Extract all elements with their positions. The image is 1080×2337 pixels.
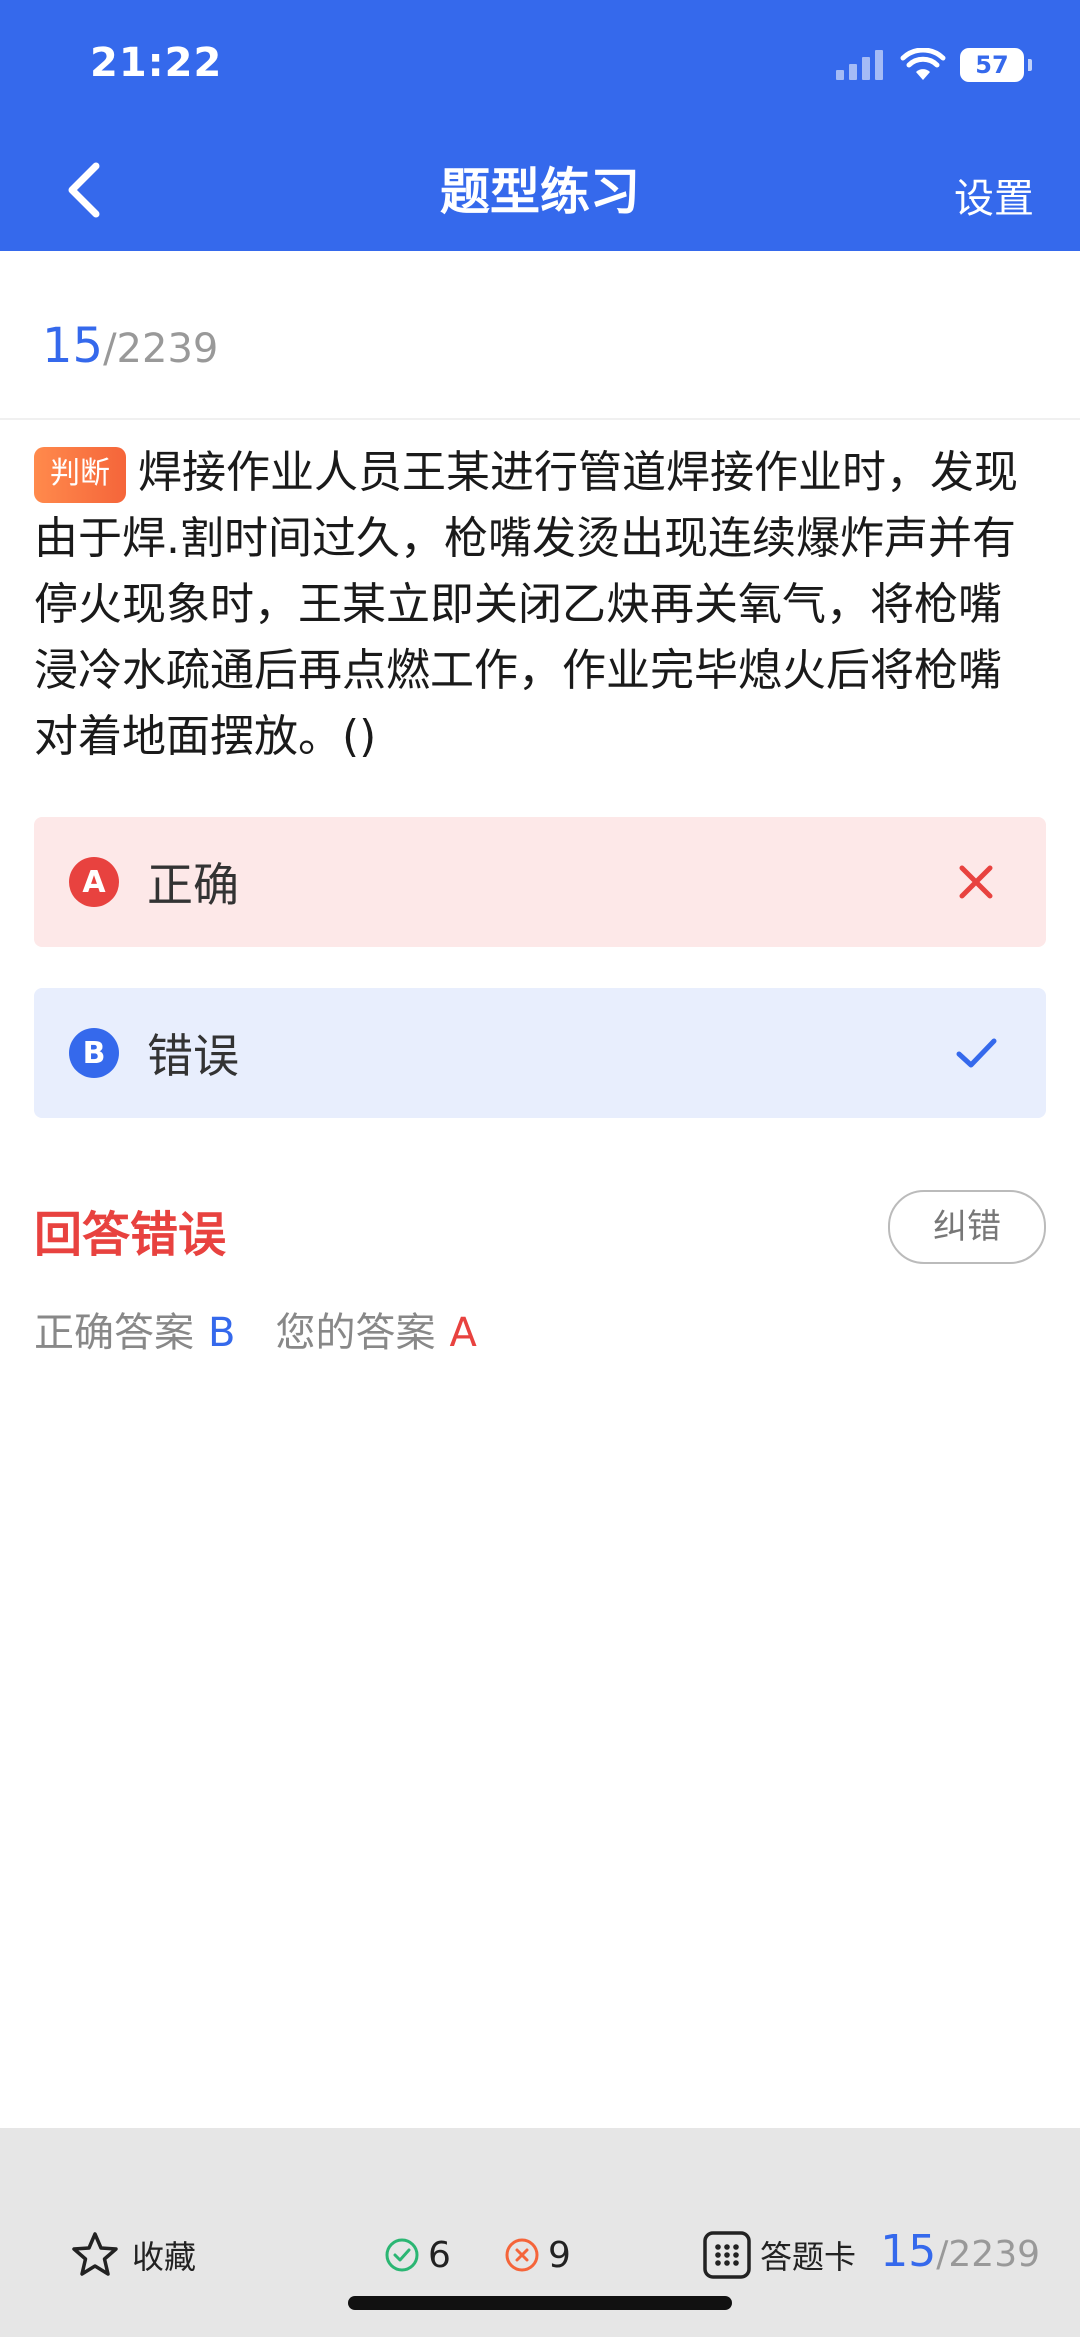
bottom-progress: 15/2239 xyxy=(880,2226,1040,2277)
status-icons: 57 xyxy=(836,48,1032,82)
favorite-button[interactable]: 收藏 xyxy=(70,2230,196,2280)
correct-answer-label: 正确答案 xyxy=(34,1310,194,1356)
wrong-count-value: 9 xyxy=(548,2234,571,2276)
report-error-button[interactable]: 纠错 xyxy=(888,1190,1046,1264)
option-b[interactable]: B 错误 xyxy=(34,988,1046,1118)
answer-summary: 正确答案 B 您的答案 A xyxy=(34,1300,477,1358)
correct-count: 6 xyxy=(384,2230,451,2280)
star-icon xyxy=(72,2232,118,2276)
app-header: 21:22 57 题型练习 设置 xyxy=(0,0,1080,251)
option-a[interactable]: A 正确 xyxy=(34,817,1046,947)
option-text: 正确 xyxy=(147,858,239,912)
your-answer-label: 您的答案 xyxy=(275,1310,436,1356)
home-indicator xyxy=(348,2296,732,2310)
correct-answer-value: B xyxy=(208,1310,236,1356)
option-letter: B xyxy=(69,1028,119,1078)
question-type-badge: 判断 xyxy=(34,447,126,503)
your-answer-value: A xyxy=(449,1310,477,1356)
bottom-progress-total: /2239 xyxy=(936,2234,1040,2275)
question-text: 焊接作业人员王某进行管道焊接作业时，发现由于焊.割时间过久，枪嘴发烫出现连续爆炸… xyxy=(34,447,1018,762)
check-circle-icon xyxy=(385,2238,419,2272)
wifi-icon xyxy=(900,48,946,80)
question-stem: 判断 焊接作业人员王某进行管道焊接作业时，发现由于焊.割时间过久，枪嘴发烫出现连续… xyxy=(34,440,1044,770)
grid-icon xyxy=(703,2231,751,2279)
option-letter: A xyxy=(69,857,119,907)
progress-current: 15 xyxy=(42,318,104,374)
answer-card-label: 答题卡 xyxy=(760,2238,857,2276)
progress-total: /2239 xyxy=(103,326,219,372)
divider xyxy=(0,418,1080,420)
bottom-progress-current: 15 xyxy=(880,2226,937,2277)
battery-nub xyxy=(1028,59,1032,71)
correct-count-value: 6 xyxy=(428,2234,451,2276)
option-text: 错误 xyxy=(147,1029,239,1083)
status-time: 21:22 xyxy=(90,40,223,86)
answer-card-button[interactable]: 答题卡 xyxy=(702,2230,856,2280)
question-progress: 15/2239 xyxy=(42,318,218,374)
battery-indicator: 57 xyxy=(960,48,1024,82)
x-circle-icon xyxy=(505,2238,539,2272)
page-title: 题型练习 xyxy=(440,163,640,221)
settings-button[interactable]: 设置 xyxy=(954,166,1034,224)
check-icon xyxy=(956,1038,997,1068)
favorite-label: 收藏 xyxy=(132,2238,197,2276)
cellular-signal-icon xyxy=(836,50,883,80)
wrong-count: 9 xyxy=(504,2230,571,2280)
close-icon xyxy=(959,865,993,899)
result-title: 回答错误 xyxy=(34,1207,227,1263)
